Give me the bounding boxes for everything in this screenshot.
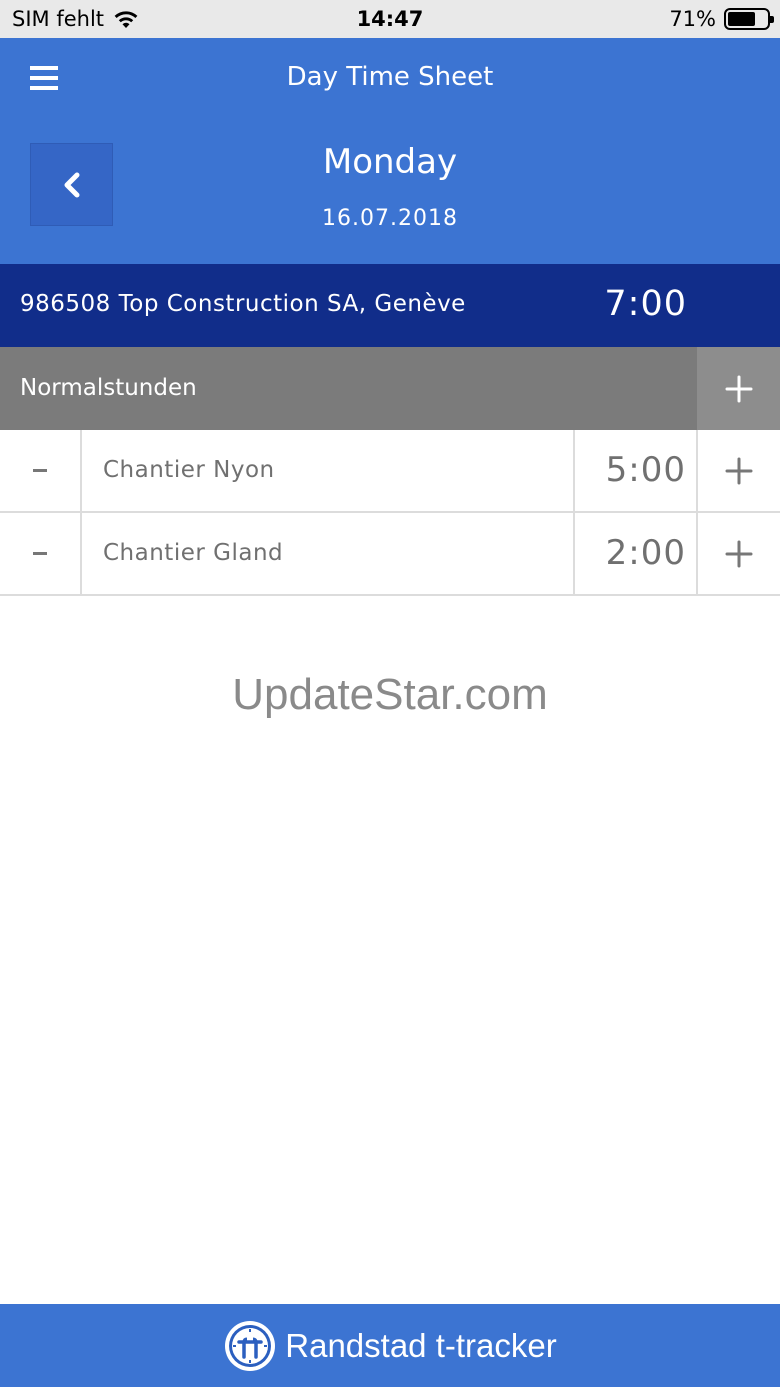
status-right: 71% (669, 7, 774, 31)
minus-icon (33, 469, 47, 472)
battery-cap (770, 16, 774, 23)
decrease-hours-button[interactable] (0, 430, 82, 511)
entry-hours[interactable]: 2:00 (573, 513, 698, 594)
increase-hours-button[interactable] (698, 430, 780, 511)
battery-fill (728, 12, 755, 26)
randstad-logo-icon (225, 1320, 276, 1371)
entry-hours[interactable]: 5:00 (573, 430, 698, 511)
category-label: Normalstunden (20, 375, 197, 401)
brand-name: Randstad t-tracker (285, 1326, 557, 1364)
table-row: Chantier Gland 2:00 (0, 513, 780, 596)
project-name: 986508 Top Construction SA, Genève (20, 291, 466, 317)
watermark: UpdateStar.com (232, 670, 548, 719)
plus-icon (725, 457, 753, 484)
status-bar: SIM fehlt 14:47 71% (0, 0, 780, 38)
app-header: Day Time Sheet Monday 16.07.2018 (0, 38, 780, 264)
day-date: 16.07.2018 (322, 206, 458, 231)
plus-icon (725, 540, 753, 567)
footer-brand: Randstad t-tracker (0, 1304, 780, 1387)
project-total-hours: 7:00 (604, 284, 687, 324)
battery-percent: 71% (669, 7, 716, 31)
increase-hours-button[interactable] (698, 513, 780, 594)
plus-icon (725, 375, 752, 402)
clock: 14:47 (356, 7, 424, 31)
table-row: Chantier Nyon 5:00 (0, 430, 780, 513)
add-entry-button[interactable] (697, 347, 780, 430)
decrease-hours-button[interactable] (0, 513, 82, 594)
battery-icon (724, 8, 774, 30)
minus-icon (33, 552, 47, 555)
entry-name[interactable]: Chantier Nyon (103, 457, 275, 483)
entry-name[interactable]: Chantier Gland (103, 540, 283, 566)
category-bar: Normalstunden (0, 347, 780, 430)
project-bar[interactable]: 986508 Top Construction SA, Genève 7:00 (0, 264, 780, 347)
day-name: Monday (322, 142, 458, 182)
page-title: Day Time Sheet (286, 62, 494, 92)
